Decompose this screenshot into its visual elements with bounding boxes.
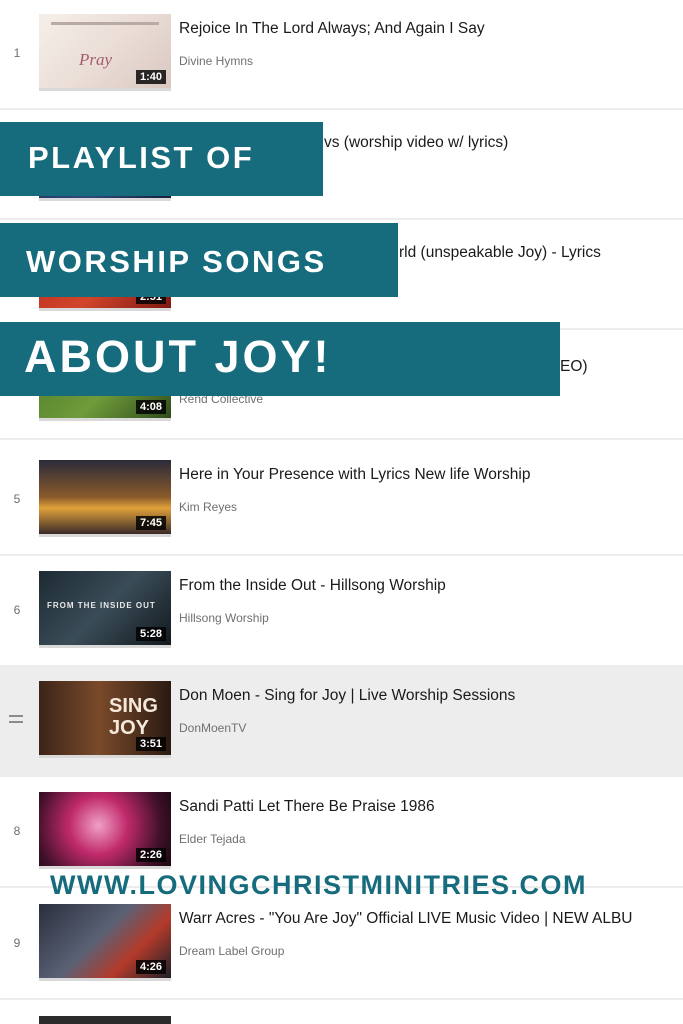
video-thumbnail[interactable]: 4:26 (39, 904, 171, 981)
item-index: 5 (13, 492, 21, 506)
thumbnail-title-text: SING JOY (109, 695, 158, 739)
video-title[interactable]: Sandi Patti Let There Be Praise 1986 (179, 798, 435, 816)
watch-progress-bar (39, 418, 51, 421)
playlist-item[interactable]: 6 FROM THE INSIDE OUT 5:28 From the Insi… (0, 557, 683, 667)
video-title[interactable]: Warr Acres - "You Are Joy" Official LIVE… (179, 910, 633, 928)
thumbnail-title-text: FROM THE INSIDE OUT (47, 601, 156, 610)
thumbnail-caption (51, 22, 159, 25)
video-thumbnail[interactable]: 7:45 (39, 460, 171, 537)
thumbnail-title-text: Pray (79, 50, 113, 69)
next-video-thumbnail[interactable] (39, 1016, 171, 1024)
drag-handle-icon[interactable] (9, 715, 23, 723)
video-duration: 5:28 (135, 627, 166, 641)
watch-progress-bar (39, 534, 51, 537)
video-title[interactable]: rld (unspeakable Joy) - Lyrics (399, 244, 601, 262)
video-duration: 2:26 (135, 848, 166, 862)
video-duration: 4:08 (135, 400, 166, 414)
video-duration: 3:51 (135, 737, 166, 751)
title-banner-line-2: WORSHIP SONGS (0, 223, 398, 297)
item-index: 6 (13, 603, 21, 617)
playlist-item[interactable]: 9 4:26 Warr Acres - "You Are Joy" Offici… (0, 890, 683, 1000)
channel-name[interactable]: Dream Label Group (179, 944, 284, 958)
watch-progress-bar (39, 755, 51, 758)
watch-progress-bar (39, 198, 51, 201)
item-index: 8 (13, 824, 21, 838)
channel-name[interactable]: DonMoenTV (179, 721, 246, 735)
video-thumbnail[interactable]: 2:26 (39, 792, 171, 869)
watch-progress-bar (39, 645, 51, 648)
video-title[interactable]: EO) (560, 358, 588, 376)
video-thumbnail[interactable]: SING JOY 3:51 (39, 681, 171, 758)
title-banner-line-3: ABOUT JOY! (0, 322, 560, 396)
watch-progress-bar (39, 308, 51, 311)
channel-name[interactable]: Divine Hymns (179, 54, 253, 68)
playlist-item[interactable]: SING JOY 3:51 Don Moen - Sing for Joy | … (0, 667, 683, 777)
channel-name[interactable]: Elder Tejada (179, 832, 246, 846)
watch-progress-bar (39, 866, 51, 869)
item-index: 9 (13, 936, 21, 950)
watch-progress-bar (39, 88, 51, 91)
title-banner-line-1: PLAYLIST OF (0, 122, 323, 196)
video-title[interactable]: vs (worship video w/ lyrics) (324, 134, 508, 152)
video-title[interactable]: Here in Your Presence with Lyrics New li… (179, 466, 530, 484)
item-index: 1 (13, 46, 21, 60)
video-duration: 1:40 (135, 70, 166, 84)
playlist-item[interactable]: 5 7:45 Here in Your Presence with Lyrics… (0, 446, 683, 556)
video-thumbnail[interactable]: Pray 1:40 (39, 14, 171, 91)
channel-name[interactable]: Hillsong Worship (179, 611, 269, 625)
video-duration: 7:45 (135, 516, 166, 530)
video-title[interactable]: Rejoice In The Lord Always; And Again I … (179, 20, 485, 38)
channel-name[interactable]: Kim Reyes (179, 500, 237, 514)
video-title[interactable]: From the Inside Out - Hillsong Worship (179, 577, 446, 595)
video-title[interactable]: Don Moen - Sing for Joy | Live Worship S… (179, 687, 515, 705)
watch-progress-bar (39, 978, 51, 981)
video-thumbnail[interactable]: FROM THE INSIDE OUT 5:28 (39, 571, 171, 648)
playlist-item[interactable]: 1 Pray 1:40 Rejoice In The Lord Always; … (0, 0, 683, 110)
website-url: WWW.LOVINGCHRISTMINITRIES.COM (50, 870, 587, 900)
video-duration: 4:26 (135, 960, 166, 974)
